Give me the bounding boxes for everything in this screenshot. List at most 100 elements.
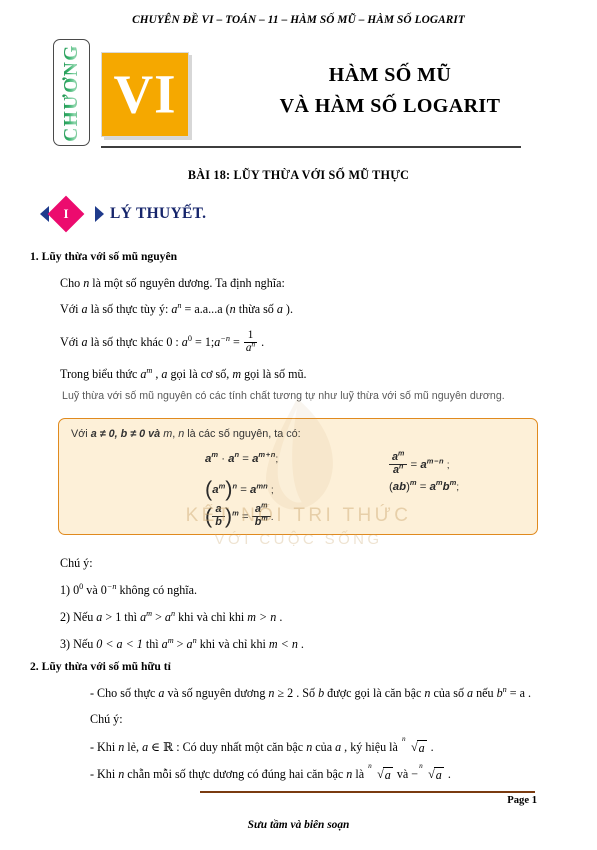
text: không có nghĩa.	[116, 583, 198, 597]
text: n	[251, 339, 256, 349]
part2-note-odd: - Khi n lẻ, a ∈ ℝ : Có duy nhất một căn …	[90, 735, 434, 755]
paragraph-definition-1: Với a là số thực tùy ý: an = a.a...a (n …	[60, 301, 293, 317]
math-condition: m > n	[247, 610, 277, 624]
chapter-numeral-box: VI	[101, 52, 189, 137]
text: được gọi là căn bậc	[324, 686, 425, 700]
section-marker: I	[40, 195, 104, 233]
text: là một số nguyên dương. Ta định nghĩa:	[89, 276, 285, 290]
paragraph-intro: Cho n là một số nguyên dương. Ta định ng…	[60, 276, 285, 291]
math-exponent: −n	[106, 581, 117, 591]
text: nếu	[473, 686, 497, 700]
footer-rule	[200, 791, 535, 793]
text: .	[258, 335, 265, 350]
math-radical: n √a	[401, 735, 427, 755]
formula-box: Với a ≠ 0, b ≠ 0 và m, n là các số nguyê…	[58, 418, 538, 535]
title-rule	[101, 146, 521, 148]
lesson-title: BÀI 18: LŨY THỪA VỚI SỐ MŨ THỰC	[187, 168, 410, 182]
text: Với	[60, 335, 82, 350]
page-title: HÀM SỐ MŨ VÀ HÀM SỐ LOGARIT	[200, 60, 580, 122]
notes-label: Chú ý:	[60, 556, 93, 570]
text: Trong biểu thức	[60, 367, 141, 381]
text: ≠ 0,	[96, 428, 121, 440]
note-item-1: 1) 00 và 0−n không có nghĩa.	[60, 581, 198, 598]
page-number: Page 1	[507, 795, 537, 806]
section-heading-label: LÝ THUYẾT.	[110, 205, 207, 222]
paragraph-terminology: Trong biểu thức am , a gọi là cơ số, m g…	[60, 366, 307, 382]
text: = a.a...a (	[181, 302, 230, 316]
text: −	[411, 767, 419, 781]
text: của số	[430, 686, 468, 700]
math-radical: n √a	[368, 762, 393, 782]
text: : Có duy nhất một căn bậc	[173, 740, 307, 754]
radicand: a	[384, 768, 391, 782]
text: là các số nguyên, ta có:	[184, 428, 301, 440]
part2-note-even: - Khi n chẵn mỗi số thực dương có đúng h…	[90, 762, 451, 782]
text: Với	[60, 302, 82, 316]
formula-3: (a b)m = am bm.	[205, 501, 274, 528]
text: .	[297, 637, 304, 651]
text: .	[276, 610, 283, 624]
text: 1) 0	[60, 583, 80, 597]
text: gọi là số mũ.	[241, 367, 307, 381]
math-exponent: −n	[220, 334, 230, 344]
subsection-1-heading: 1. Lũy thừa với số mũ nguyên	[30, 250, 178, 263]
footer-credit: Sưu tầm và biên soạn	[247, 819, 350, 831]
text: khi và chỉ khi	[175, 610, 248, 624]
math-var-m: m	[163, 428, 173, 440]
note-item-2: 2) Nếu a > 1 thì am > an khi và chỉ khi …	[60, 609, 283, 625]
text: Với	[71, 428, 91, 440]
text: 3) Nếu	[60, 637, 97, 651]
formula-2: (am)n = amn ;	[205, 476, 274, 501]
math-range: 0 < a < 1	[96, 637, 143, 651]
text: và	[393, 767, 412, 781]
section-marker-label: I	[63, 206, 69, 221]
document-page: CHUYÊN ĐỀ VI – TOÁN – 11 – HÀM SỐ MŨ – H…	[0, 0, 597, 850]
math-var-m: m	[232, 367, 242, 381]
inline-note: Luỹ thừa với số mũ nguyên có các tính ch…	[62, 390, 505, 402]
text: gọi là cơ số,	[167, 367, 233, 381]
chevron-right-icon	[95, 206, 104, 222]
text: và số nguyên dương	[164, 686, 269, 700]
text: Cho	[60, 276, 84, 290]
formula-box-heading: Với a ≠ 0, b ≠ 0 và m, n là các số nguyê…	[71, 428, 301, 440]
text: là số thực tùy ý:	[87, 302, 172, 316]
text: khi và chỉ khi	[196, 637, 269, 651]
chapter-badge: CHƯƠNG	[53, 39, 90, 146]
title-line-2: VÀ HÀM SỐ LOGARIT	[279, 95, 501, 117]
radicand: a	[435, 768, 442, 782]
paragraph-definition-2: Với a là số thực khác 0 : a0 = 1;a−n = 1…	[60, 329, 265, 356]
radical-index: n	[401, 735, 406, 743]
chapter-numeral: VI	[113, 62, 177, 124]
math-fraction: 1 an	[243, 329, 258, 355]
part2-notes-label: Chú ý:	[90, 712, 123, 726]
text: :	[172, 335, 182, 350]
running-head: CHUYÊN ĐỀ VI – TOÁN – 11 – HÀM SỐ MŨ – H…	[132, 14, 465, 26]
math-radical: n √a	[419, 762, 444, 782]
text: là	[352, 767, 368, 781]
text: của	[312, 740, 336, 754]
section-heading: I LÝ THUYẾT.	[40, 195, 207, 233]
text: là số thực khác	[87, 335, 167, 350]
text: >	[173, 637, 187, 651]
text: , ký hiệu là	[341, 740, 401, 754]
text: ).	[282, 302, 293, 316]
text: và 0	[83, 583, 107, 597]
text: =	[229, 335, 243, 350]
text: - Khi	[90, 767, 119, 781]
chapter-word: CHƯƠNG	[60, 43, 82, 142]
text: ≥ 2 . Số	[274, 686, 319, 700]
text: thì	[142, 637, 162, 651]
math-set-membership: ∈ ℝ	[148, 740, 174, 754]
radical-index: n	[368, 762, 372, 770]
math-condition: m < n	[268, 637, 298, 651]
text: - Khi	[90, 740, 119, 754]
formula-5: (ab)m = ambm;	[389, 478, 460, 493]
note-item-3: 3) Nếu 0 < a < 1 thì am > an khi và chỉ …	[60, 636, 304, 652]
text: >	[152, 610, 165, 624]
radical-index: n	[419, 762, 423, 770]
fraction-denominator: an	[243, 339, 258, 355]
radicand: a	[418, 741, 425, 755]
formula-4: am an = am − n ;	[389, 450, 450, 477]
text: .	[427, 740, 434, 754]
text: chẵn mỗi số thực dương có đúng hai căn b…	[124, 767, 347, 781]
